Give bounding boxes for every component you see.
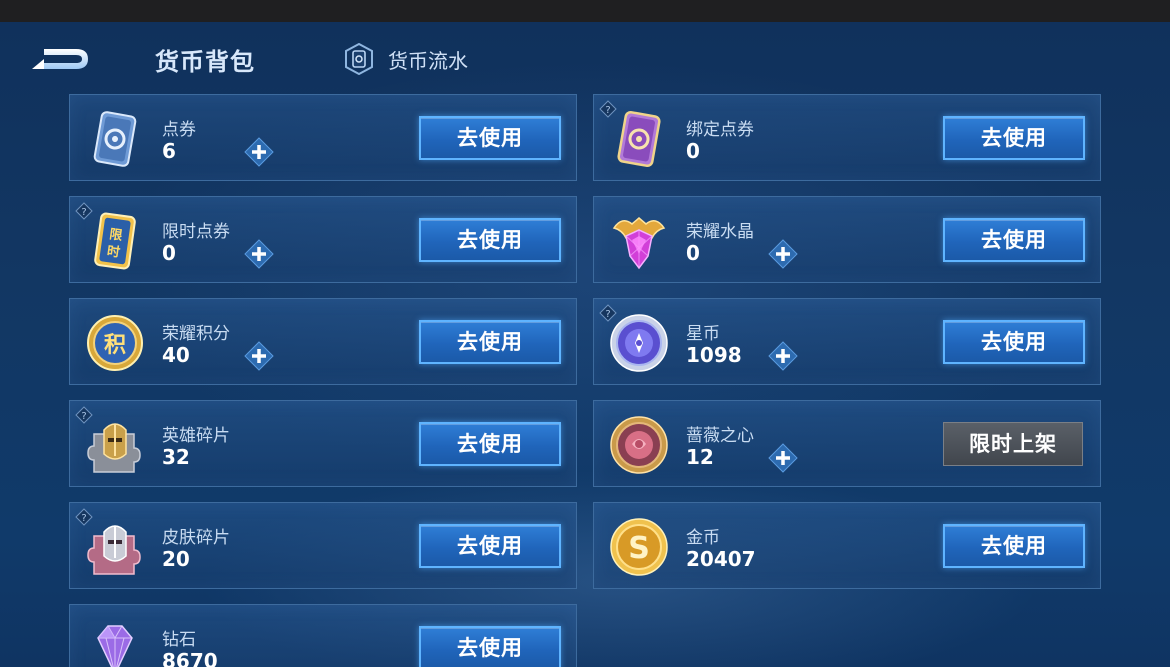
glory-points-icon: 积: [84, 312, 146, 374]
use-limited-coupon-button[interactable]: 去使用: [419, 218, 561, 262]
currency-card-rose-heart: 蔷薇之心 12 限时上架: [593, 400, 1101, 487]
currency-name: 点券: [162, 120, 196, 140]
currency-card-coupon: 点券 6 去使用: [69, 94, 577, 181]
currency-amount: 0: [162, 241, 176, 265]
currency-name: 荣耀积分: [162, 324, 230, 344]
currency-flow-icon: [344, 42, 374, 76]
currency-amount: 20407: [686, 547, 756, 571]
currency-amount: 6: [162, 139, 176, 163]
currency-card-gold-coin: S 金币 20407 去使用: [593, 502, 1101, 589]
gold-coin-icon: S: [608, 516, 670, 578]
currency-amount: 8670: [162, 649, 218, 667]
currency-flow-label: 货币流水: [388, 48, 468, 73]
currency-name: 星币: [686, 324, 720, 344]
currency-amount: 0: [686, 241, 700, 265]
currency-name: 蔷薇之心: [686, 426, 754, 446]
add-coupon-plus-icon[interactable]: [244, 137, 274, 167]
back-arrow-icon[interactable]: [30, 46, 92, 72]
currency-amount: 0: [686, 139, 700, 163]
currency-amount: 40: [162, 343, 190, 367]
currency-name: 钻石: [162, 630, 196, 650]
use-hero-fragment-button[interactable]: 去使用: [419, 422, 561, 466]
diamond-icon: [84, 618, 146, 667]
use-star-coin-button[interactable]: 去使用: [943, 320, 1085, 364]
currency-backpack-screen: 货币背包 货币流水 点券 6 去使用 ? 绑定点券 0 去使用 ? 限 时 限时…: [0, 22, 1170, 667]
skin-fragment-icon: [84, 516, 146, 578]
currency-name: 限时点券: [162, 222, 230, 242]
currency-flow-button[interactable]: 货币流水: [344, 42, 468, 76]
add-star-coin-plus-icon[interactable]: [768, 341, 798, 371]
currency-name: 英雄碎片: [162, 426, 230, 446]
currency-name: 金币: [686, 528, 720, 548]
currency-card-star-coin: ? 星币 1098 去使用: [593, 298, 1101, 385]
use-skin-fragment-button[interactable]: 去使用: [419, 524, 561, 568]
currency-amount: 32: [162, 445, 190, 469]
hero-fragment-icon: [84, 414, 146, 476]
currency-card-hero-fragment: ? 英雄碎片 32 去使用: [69, 400, 577, 487]
currency-card-glory-points: 积 荣耀积分 40 去使用: [69, 298, 577, 385]
use-glory-points-button[interactable]: 去使用: [419, 320, 561, 364]
svg-text:S: S: [628, 531, 650, 566]
limited-coupon-icon: 限 时: [84, 210, 146, 272]
currency-amount: 12: [686, 445, 714, 469]
currency-card-limited-coupon: ? 限 时 限时点券 0 去使用: [69, 196, 577, 283]
add-rose-heart-plus-icon[interactable]: [768, 443, 798, 473]
coupon-ticket-icon: [84, 108, 146, 170]
currency-card-diamond: 钻石 8670 去使用: [69, 604, 577, 667]
use-glory-crystal-button[interactable]: 去使用: [943, 218, 1085, 262]
svg-text:积: 积: [104, 333, 126, 358]
add-limited-coupon-plus-icon[interactable]: [244, 239, 274, 269]
limited-time-listing-button: 限时上架: [943, 422, 1083, 466]
star-coin-icon: [608, 312, 670, 374]
add-glory-crystal-plus-icon[interactable]: [768, 239, 798, 269]
use-bound-coupon-button[interactable]: 去使用: [943, 116, 1085, 160]
currency-name: 绑定点券: [686, 120, 754, 140]
use-gold-coin-button[interactable]: 去使用: [943, 524, 1085, 568]
glory-crystal-icon: [608, 210, 670, 272]
page-title: 货币背包: [155, 48, 255, 76]
rose-heart-icon: [608, 414, 670, 476]
currency-card-bound-coupon: ? 绑定点券 0 去使用: [593, 94, 1101, 181]
currency-name: 荣耀水晶: [686, 222, 754, 242]
svg-text:时: 时: [106, 243, 121, 261]
currency-card-skin-fragment: ? 皮肤碎片 20 去使用: [69, 502, 577, 589]
currency-amount: 1098: [686, 343, 742, 367]
use-coupon-button[interactable]: 去使用: [419, 116, 561, 160]
currency-name: 皮肤碎片: [162, 528, 230, 548]
use-diamond-button[interactable]: 去使用: [419, 626, 561, 667]
currency-card-glory-crystal: 荣耀水晶 0 去使用: [593, 196, 1101, 283]
currency-amount: 20: [162, 547, 190, 571]
bound-coupon-icon: [608, 108, 670, 170]
add-glory-points-plus-icon[interactable]: [244, 341, 274, 371]
